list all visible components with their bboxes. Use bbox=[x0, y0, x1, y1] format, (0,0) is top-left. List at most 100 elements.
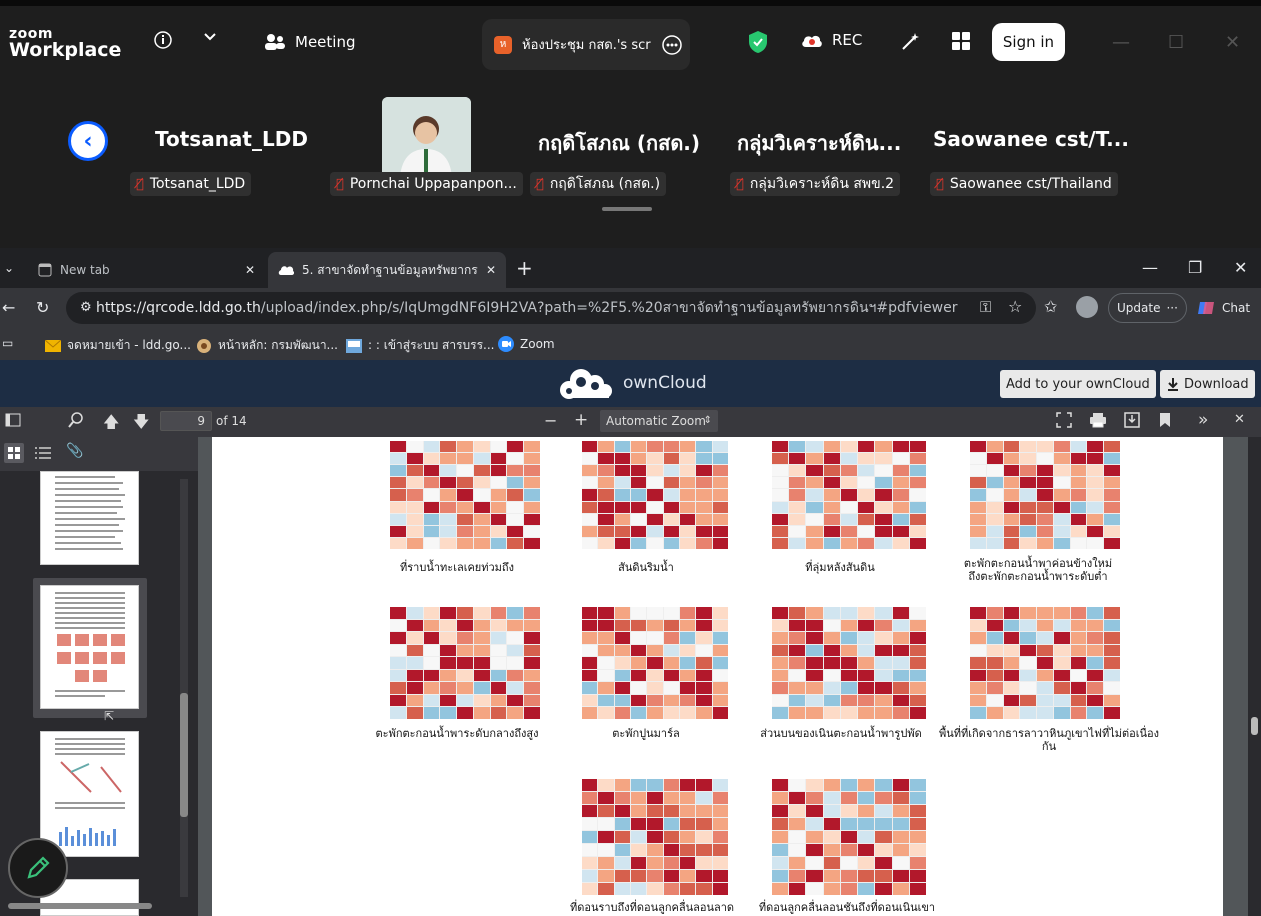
heatmap-cell bbox=[789, 441, 806, 453]
bookmark-zoom[interactable]: Zoom bbox=[498, 336, 555, 352]
print-icon[interactable] bbox=[1089, 412, 1107, 432]
sidebar-scroll-thumb[interactable] bbox=[180, 693, 188, 817]
heatmap-cell bbox=[679, 465, 696, 477]
heatmap-cell bbox=[712, 465, 728, 477]
sidebar-hscroll-thumb[interactable] bbox=[8, 903, 152, 909]
thumbnails-view-icon[interactable] bbox=[4, 443, 24, 463]
owncloud-cloud-icon bbox=[560, 369, 612, 399]
heatmap-cell bbox=[647, 619, 663, 632]
close-viewer-icon[interactable]: ✕ bbox=[1234, 412, 1245, 427]
viewer-scroll-thumb[interactable] bbox=[1251, 717, 1258, 735]
previous-participants-button[interactable]: ‹ bbox=[68, 121, 108, 161]
add-to-owncloud-button[interactable]: Add to your ownCloud bbox=[1000, 370, 1156, 398]
heatmap-cell bbox=[1087, 513, 1104, 525]
minimize-icon[interactable]: — bbox=[1112, 32, 1130, 53]
fullscreen-icon[interactable] bbox=[1056, 412, 1072, 432]
tab-owncloud[interactable]: 5. สาขาจัดทำฐานข้อมูลทรัพยากรดินฯ - ✕ bbox=[268, 252, 506, 288]
maximize-icon[interactable]: ☐ bbox=[1168, 32, 1184, 53]
page-thumbnail-10[interactable] bbox=[40, 731, 139, 857]
heatmap-cell bbox=[892, 883, 909, 895]
annotate-pen-button[interactable] bbox=[8, 838, 68, 898]
heatmap-cell bbox=[679, 513, 696, 525]
page-thumbnail-9[interactable] bbox=[40, 585, 139, 709]
chevron-down-icon[interactable] bbox=[203, 30, 217, 44]
heatmap-cell bbox=[1053, 489, 1070, 501]
save-icon[interactable] bbox=[1124, 412, 1140, 432]
heatmap-cell bbox=[1020, 501, 1037, 513]
search-icon[interactable] bbox=[68, 412, 84, 432]
heatmap-cell bbox=[390, 453, 406, 465]
page-thumbnail-8[interactable] bbox=[40, 471, 139, 565]
back-arrow-icon[interactable]: ← bbox=[2, 298, 15, 317]
heatmap-cell bbox=[423, 619, 440, 632]
previous-page-icon[interactable]: 🡅 bbox=[103, 411, 119, 438]
outline-view-icon[interactable] bbox=[34, 445, 52, 465]
heatmap-cell bbox=[789, 669, 806, 682]
heatmap-cell bbox=[457, 694, 473, 707]
viewer-scrollbar[interactable] bbox=[1248, 437, 1261, 916]
heatmap-cell bbox=[598, 441, 614, 453]
sidebar-toggle-icon[interactable] bbox=[5, 413, 21, 431]
bookmark-mail[interactable]: จดหมายเข้า - ldd.go... bbox=[45, 336, 191, 355]
heatmap-cell bbox=[663, 465, 679, 477]
reload-icon[interactable]: ↻ bbox=[36, 298, 49, 317]
bookmark-icon[interactable] bbox=[1159, 412, 1171, 432]
copilot-chat-button[interactable]: Chat bbox=[1190, 293, 1256, 323]
new-tab-icon[interactable]: + bbox=[516, 256, 533, 280]
zoom-out-icon[interactable]: − bbox=[544, 411, 557, 430]
heatmap-cell bbox=[712, 792, 728, 804]
zoom-in-icon[interactable]: + bbox=[574, 410, 588, 430]
more-tools-icon[interactable]: » bbox=[1198, 410, 1208, 430]
heatmap-cell bbox=[679, 525, 696, 537]
restore-icon[interactable]: ❐ bbox=[1188, 258, 1202, 277]
tab-new-tab[interactable]: New tab ✕ bbox=[28, 252, 265, 288]
sign-in-button[interactable]: Sign in bbox=[992, 23, 1065, 61]
close-icon[interactable]: ✕ bbox=[1234, 258, 1247, 277]
bookmark-ldd-home[interactable]: หน้าหลัก: กรมพัฒนา... bbox=[196, 336, 338, 355]
heatmap-cell bbox=[840, 453, 858, 465]
more-options-icon[interactable] bbox=[661, 34, 683, 56]
sidebar-scrollbar[interactable] bbox=[180, 479, 188, 897]
heatmap-cell bbox=[875, 779, 892, 791]
bookmark-label: : : เข้าสู่ระบบ สารบรร... bbox=[368, 338, 495, 352]
close-icon[interactable]: ✕ bbox=[1225, 32, 1240, 53]
next-page-icon[interactable]: 🡇 bbox=[133, 411, 149, 438]
minimize-icon[interactable]: — bbox=[1142, 258, 1158, 277]
update-button[interactable]: Update ··· bbox=[1108, 293, 1187, 323]
bookmark-saraban[interactable]: : : เข้าสู่ระบบ สารบรร... bbox=[346, 336, 494, 355]
url-field[interactable]: https://qrcode.ldd.go.th/upload/index.ph… bbox=[66, 292, 1036, 324]
favorite-star-icon[interactable]: ☆ bbox=[1008, 297, 1022, 316]
heatmap-cell bbox=[473, 644, 490, 657]
heatmap-cell bbox=[696, 657, 712, 669]
heatmap-cell bbox=[440, 465, 457, 477]
page-number-input[interactable]: 9 bbox=[160, 411, 212, 431]
heatmap-cell bbox=[696, 489, 712, 501]
shield-icon[interactable] bbox=[747, 30, 769, 54]
attachments-icon[interactable]: 📎 bbox=[66, 443, 83, 459]
reading-list-icon[interactable]: ▭ bbox=[2, 336, 13, 350]
close-tab-icon[interactable]: ✕ bbox=[486, 263, 496, 277]
info-icon[interactable] bbox=[153, 30, 173, 50]
drag-handle[interactable] bbox=[602, 207, 652, 211]
heatmap-cell bbox=[806, 707, 823, 719]
heatmap-cell bbox=[423, 694, 440, 707]
profile-avatar[interactable] bbox=[1076, 296, 1098, 318]
record-button[interactable]: REC bbox=[800, 31, 862, 49]
heatmap-cell bbox=[614, 682, 630, 694]
mouse-cursor-icon: ⇱ bbox=[104, 709, 115, 723]
zoom-select[interactable]: Automatic Zoom ⇕ bbox=[600, 410, 718, 432]
key-icon[interactable]: ⚿ bbox=[980, 298, 991, 316]
magic-wand-icon[interactable] bbox=[900, 30, 922, 52]
close-tab-icon[interactable]: ✕ bbox=[245, 263, 255, 277]
heatmap-cell bbox=[712, 779, 728, 791]
download-button[interactable]: Download bbox=[1160, 370, 1255, 398]
heatmap-cell bbox=[696, 883, 712, 895]
favorites-icon[interactable]: ✩ bbox=[1044, 297, 1057, 316]
meeting-button[interactable]: Meeting bbox=[263, 32, 355, 52]
apps-icon[interactable] bbox=[951, 31, 971, 51]
site-info-icon[interactable]: ⚙ bbox=[80, 300, 92, 315]
screen-share-tab[interactable]: ห ห้องประชุม กสด.'s scr bbox=[482, 19, 690, 70]
caption-7: ส่วนบนของเนินตะกอนน้ำพารูปพัด bbox=[760, 727, 922, 740]
tab-list-chevron-icon[interactable]: ⌄ bbox=[4, 261, 14, 275]
heatmap-cell bbox=[614, 501, 630, 513]
